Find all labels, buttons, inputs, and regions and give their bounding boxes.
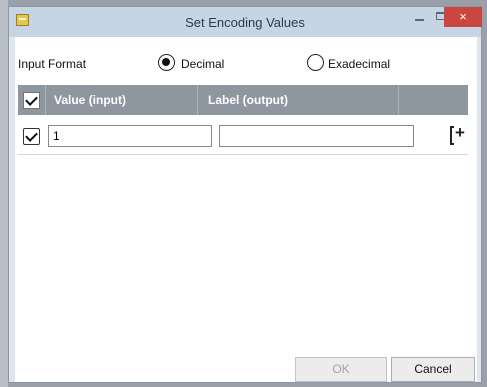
add-icon: + [455,123,465,142]
exadecimal-label[interactable]: Exadecimal [328,57,390,71]
dialog-body: Input Format Decimal Exadecimal Value (i… [15,37,477,382]
value-input-header: Value (input) [54,93,126,107]
decimal-radio[interactable] [158,54,175,71]
header-divider [197,85,198,115]
input-format-row: Input Format Decimal Exadecimal [15,54,477,76]
label-output-field[interactable] [219,125,414,147]
select-all-checkbox[interactable] [23,92,40,109]
table-header: Value (input) Label (output) [18,85,468,115]
add-row-button[interactable]: + [450,123,468,147]
header-divider [45,85,46,115]
row-checkbox[interactable] [23,128,40,145]
cancel-button[interactable]: Cancel [391,357,475,382]
minimize-button[interactable] [408,7,430,27]
value-input-field[interactable]: 1 [48,125,212,147]
set-encoding-values-dialog: Set Encoding Values × Input Format Decim… [8,6,482,383]
table-row: 1 + [18,120,468,155]
ok-button[interactable]: OK [295,357,387,382]
decimal-label[interactable]: Decimal [181,57,224,71]
title-bar[interactable]: Set Encoding Values × [9,7,482,37]
background-strip [0,0,8,387]
close-button[interactable]: × [444,7,482,27]
header-divider [398,85,399,115]
label-output-header: Label (output) [208,93,288,107]
exadecimal-radio[interactable] [307,54,324,71]
input-format-label: Input Format [18,57,87,71]
